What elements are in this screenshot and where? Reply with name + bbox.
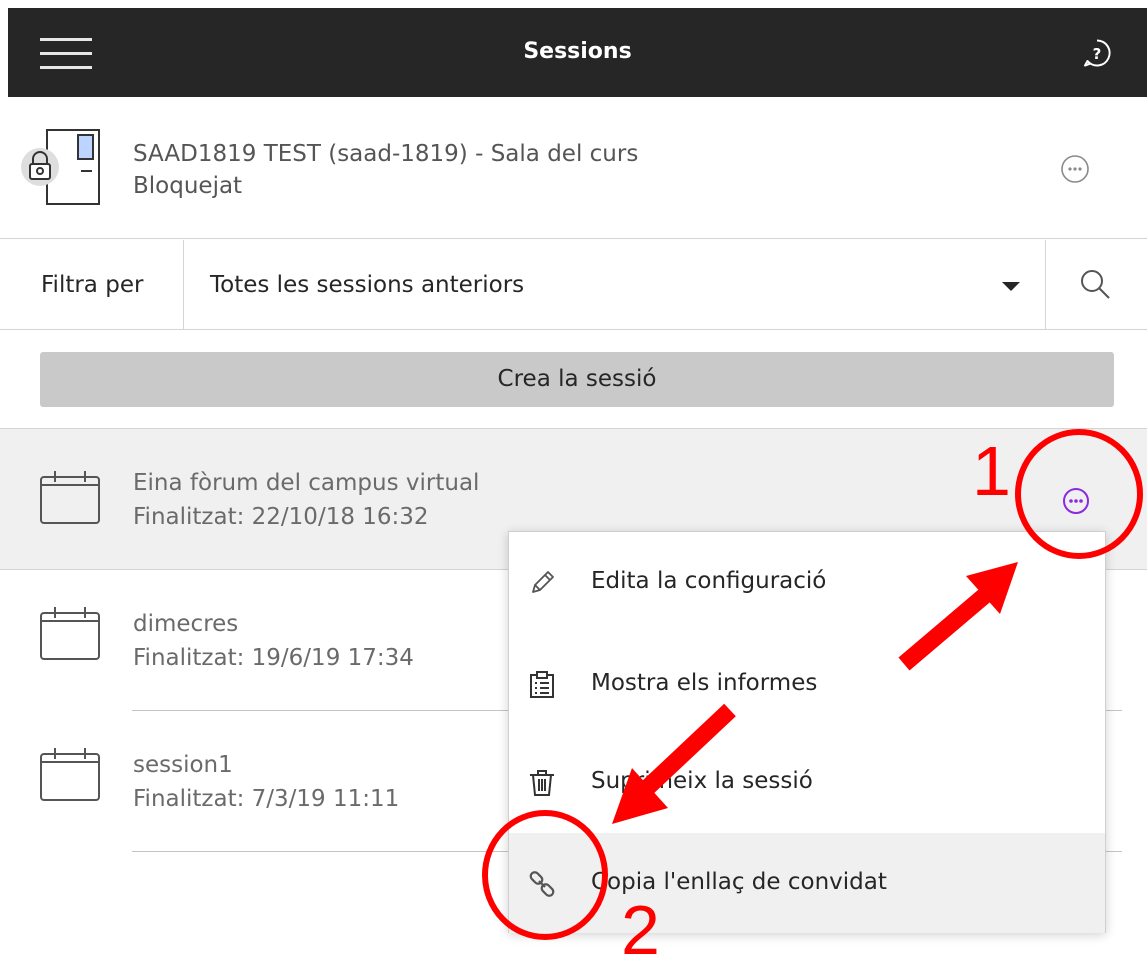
filter-selected-value: Totes les sessions anteriors	[210, 272, 525, 298]
help-icon[interactable]: ?	[1082, 38, 1112, 68]
copy-guest-link-menu-item[interactable]: Copia l'enllaç de convidat	[509, 833, 1105, 933]
show-reports-menu-item[interactable]: Mostra els informes	[509, 634, 1105, 734]
session-name: dimecres	[133, 611, 239, 637]
pencil-icon	[532, 571, 554, 593]
calendar-icon	[40, 471, 100, 524]
filter-label: Filtra per	[41, 272, 144, 298]
room-info: SAAD1819 TEST (saad-1819) - Sala del cur…	[0, 97, 1147, 239]
session-name: session1	[133, 752, 233, 778]
session-context-menu: Edita la configuració Mostra els informe…	[508, 531, 1106, 933]
room-name: SAAD1819 TEST (saad-1819) - Sala del cur…	[133, 141, 639, 167]
locked-door-icon	[21, 129, 100, 205]
svg-text:?: ?	[1093, 45, 1102, 63]
room-more-options-icon[interactable]	[1060, 154, 1090, 184]
session-more-options-icon[interactable]	[1060, 485, 1092, 517]
filter-bar: Filtra per Totes les sessions anteriors	[0, 240, 1147, 330]
divider	[1045, 240, 1046, 330]
create-session-button[interactable]: Crea la sessió	[40, 352, 1114, 407]
filter-select[interactable]: Totes les sessions anteriors	[184, 240, 1045, 330]
calendar-icon	[40, 607, 100, 660]
search-icon[interactable]	[1078, 267, 1112, 301]
page-title: Sessions	[523, 39, 632, 64]
delete-session-menu-item[interactable]: Suprimeix la sessió	[509, 732, 1105, 832]
session-end-time: Finalitzat: 19/6/19 17:34	[133, 645, 414, 671]
session-end-time: Finalitzat: 7/3/19 11:11	[133, 786, 400, 812]
session-name: Eina fòrum del campus virtual	[133, 470, 480, 496]
calendar-icon	[40, 748, 100, 801]
top-bar: Sessions ?	[8, 8, 1147, 97]
chevron-down-icon	[1002, 282, 1020, 291]
room-status: Bloquejat	[133, 173, 243, 199]
trash-icon	[530, 770, 554, 796]
annotation-step-2: 2	[621, 891, 660, 961]
menu-item-label: Suprimeix la sessió	[591, 768, 813, 794]
menu-item-label: Edita la configuració	[591, 568, 827, 594]
edit-settings-menu-item[interactable]: Edita la configuració	[509, 532, 1105, 632]
session-end-time: Finalitzat: 22/10/18 16:32	[133, 504, 429, 530]
annotation-step-1: 1	[972, 432, 1011, 510]
link-icon	[529, 871, 555, 897]
menu-item-label: Mostra els informes	[591, 670, 818, 696]
report-clipboard-icon	[530, 671, 554, 698]
